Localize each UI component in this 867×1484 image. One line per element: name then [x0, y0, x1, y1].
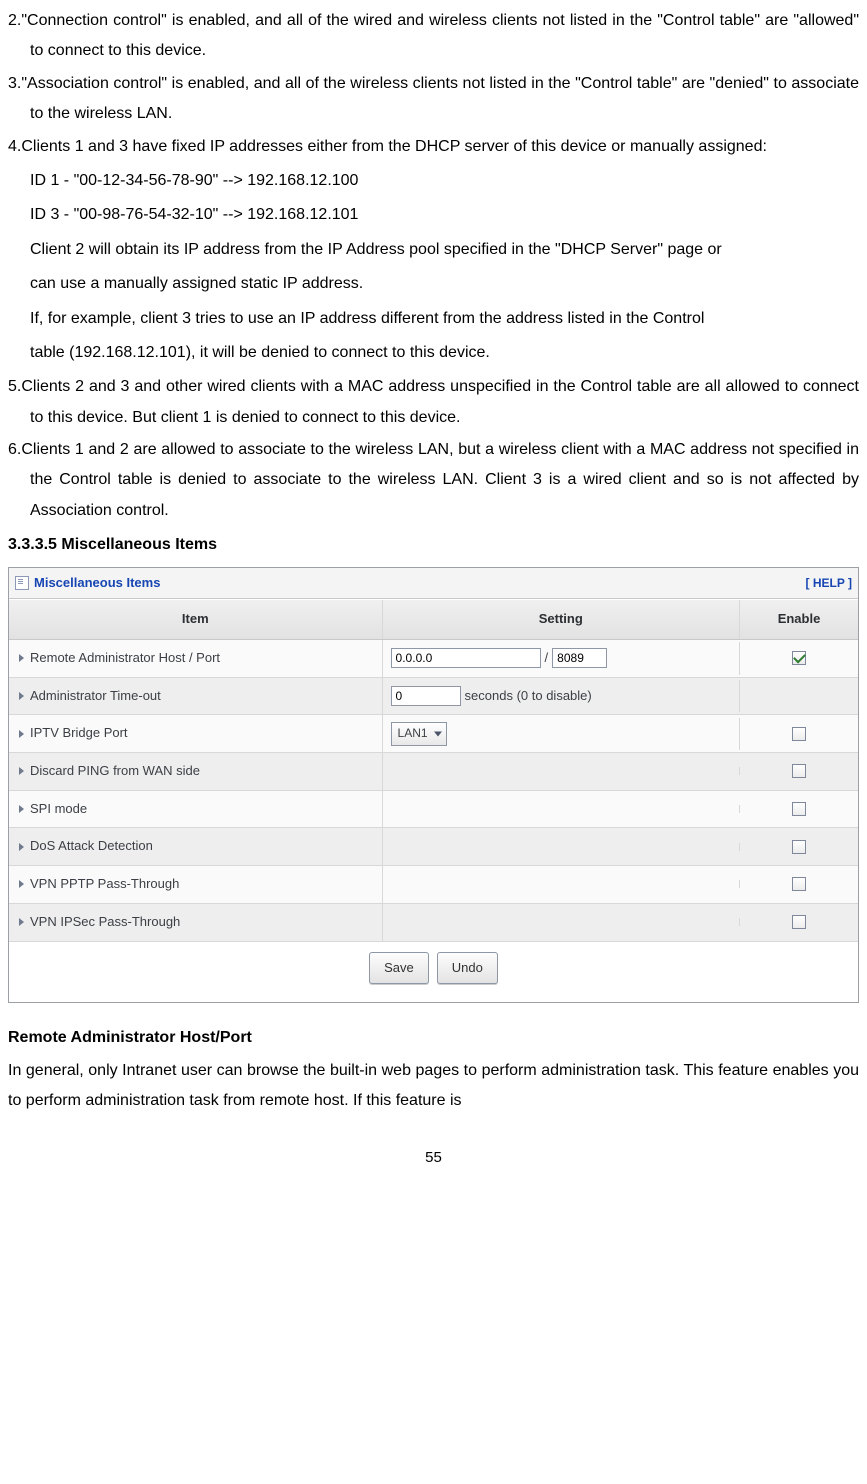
remote-admin-port-input[interactable]: [552, 648, 607, 668]
item-label: Administrator Time-out: [30, 684, 161, 709]
misc-items-panel: Miscellaneous Items [ HELP ] Item Settin…: [8, 567, 859, 1004]
table-header-row: Item Setting Enable: [9, 599, 858, 640]
item-label: IPTV Bridge Port: [30, 721, 128, 746]
document-icon: [15, 576, 29, 590]
item-label: DoS Attack Detection: [30, 834, 153, 859]
table-row: IPTV Bridge Port LAN1: [9, 715, 858, 753]
table-row: Remote Administrator Host / Port /: [9, 640, 858, 678]
enable-checkbox[interactable]: [792, 915, 806, 929]
triangle-icon: [19, 880, 24, 888]
enable-checkbox[interactable]: [792, 727, 806, 741]
list-item-4-line1: ID 1 - "00-12-34-56-78-90" --> 192.168.1…: [8, 166, 859, 196]
page-number: 55: [8, 1144, 859, 1173]
undo-button[interactable]: Undo: [437, 952, 498, 985]
iptv-bridge-port-select[interactable]: LAN1: [391, 722, 447, 746]
item-label: Discard PING from WAN side: [30, 759, 200, 784]
item-label: Remote Administrator Host / Port: [30, 646, 220, 671]
table-row: SPI mode: [9, 791, 858, 829]
triangle-icon: [19, 654, 24, 662]
triangle-icon: [19, 692, 24, 700]
section-title: 3.3.3.5 Miscellaneous Items: [8, 530, 859, 560]
list-item-4-head: 4.Clients 1 and 3 have fixed IP addresse…: [8, 132, 859, 162]
enable-checkbox[interactable]: [792, 840, 806, 854]
table-row: DoS Attack Detection: [9, 828, 858, 866]
list-item-4-line6: table (192.168.12.101), it will be denie…: [8, 338, 859, 368]
host-port-separator: /: [545, 646, 549, 671]
table-row: Discard PING from WAN side: [9, 753, 858, 791]
list-item-6: 6.Clients 1 and 2 are allowed to associa…: [8, 435, 859, 526]
enable-checkbox[interactable]: [792, 802, 806, 816]
item-label: SPI mode: [30, 797, 87, 822]
list-item-4-line3: Client 2 will obtain its IP address from…: [8, 235, 859, 265]
list-item-2: 2."Connection control" is enabled, and a…: [8, 6, 859, 67]
item-label: VPN PPTP Pass-Through: [30, 872, 179, 897]
remote-admin-paragraph: In general, only Intranet user can brows…: [8, 1056, 859, 1117]
triangle-icon: [19, 805, 24, 813]
list-item-4-line2: ID 3 - "00-98-76-54-32-10" --> 192.168.1…: [8, 200, 859, 230]
triangle-icon: [19, 730, 24, 738]
list-item-5: 5.Clients 2 and 3 and other wired client…: [8, 372, 859, 433]
triangle-icon: [19, 767, 24, 775]
save-button[interactable]: Save: [369, 952, 429, 985]
table-row: VPN PPTP Pass-Through: [9, 866, 858, 904]
enable-checkbox[interactable]: [792, 764, 806, 778]
enable-checkbox[interactable]: [792, 877, 806, 891]
triangle-icon: [19, 843, 24, 851]
timeout-suffix: seconds (0 to disable): [465, 684, 592, 709]
list-item-4-line4: can use a manually assigned static IP ad…: [8, 269, 859, 299]
item-label: VPN IPSec Pass-Through: [30, 910, 180, 935]
remote-admin-heading: Remote Administrator Host/Port: [8, 1023, 859, 1053]
list-item-4-line5: If, for example, client 3 tries to use a…: [8, 304, 859, 334]
list-item-3: 3."Association control" is enabled, and …: [8, 69, 859, 130]
table-row: Administrator Time-out seconds (0 to dis…: [9, 678, 858, 716]
col-header-item: Item: [9, 600, 383, 639]
enable-checkbox[interactable]: [792, 651, 806, 665]
triangle-icon: [19, 918, 24, 926]
admin-timeout-input[interactable]: [391, 686, 461, 706]
panel-title-text: Miscellaneous Items: [34, 571, 160, 596]
table-row: VPN IPSec Pass-Through: [9, 904, 858, 942]
col-header-setting: Setting: [383, 600, 740, 639]
col-header-enable: Enable: [740, 600, 858, 639]
help-link[interactable]: [ HELP ]: [806, 572, 852, 595]
remote-admin-host-input[interactable]: [391, 648, 541, 668]
